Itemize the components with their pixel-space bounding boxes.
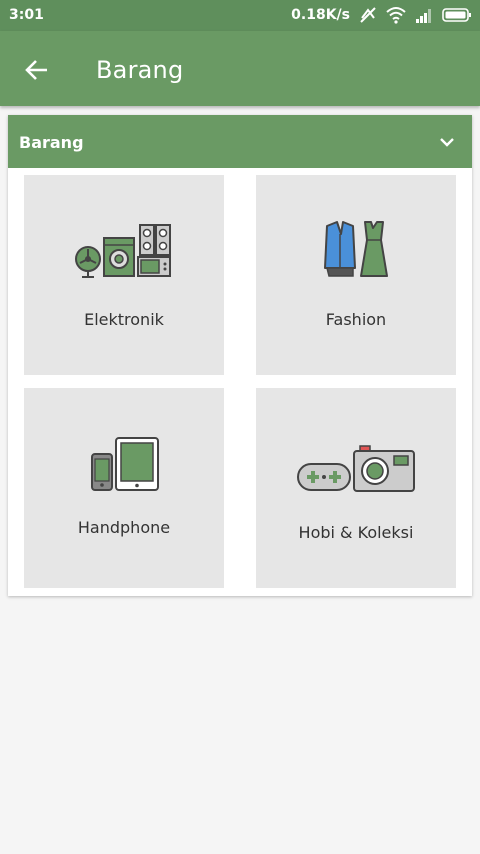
signal-icon xyxy=(416,9,431,23)
hobby-collection-icon xyxy=(297,445,415,492)
wifi-icon xyxy=(386,7,406,24)
category-card: Barang Elektronik Fashion Handphone Hobi… xyxy=(8,115,472,596)
category-tile-hobi-koleksi[interactable]: Hobi & Koleksi xyxy=(256,388,456,588)
category-tile-fashion[interactable]: Fashion xyxy=(256,175,456,375)
status-time: 3:01 xyxy=(9,7,44,23)
card-header-toggle[interactable]: Barang xyxy=(8,115,472,168)
page-title: Barang xyxy=(96,56,184,84)
network-speed: 0.18K/s xyxy=(291,7,350,23)
category-tile-elektronik[interactable]: Elektronik xyxy=(24,175,224,375)
category-label: Hobi & Koleksi xyxy=(298,523,414,542)
data-off-icon xyxy=(360,7,376,23)
category-label: Handphone xyxy=(77,518,171,537)
fashion-icon xyxy=(324,221,388,277)
app-bar: Barang xyxy=(0,31,480,106)
arrow-left-icon xyxy=(25,60,47,80)
electronics-icon xyxy=(75,224,171,278)
chevron-down-icon xyxy=(440,138,454,147)
battery-icon xyxy=(442,8,471,22)
back-button[interactable] xyxy=(20,53,54,87)
category-label: Elektronik xyxy=(84,310,164,329)
status-bar: 3:01 0.18K/s xyxy=(0,0,480,31)
status-indicators: 0.18K/s xyxy=(291,6,472,24)
category-tile-handphone[interactable]: Handphone xyxy=(24,388,224,588)
category-label: Fashion xyxy=(325,310,387,329)
card-title: Barang xyxy=(19,133,84,152)
handphone-icon xyxy=(91,437,159,491)
